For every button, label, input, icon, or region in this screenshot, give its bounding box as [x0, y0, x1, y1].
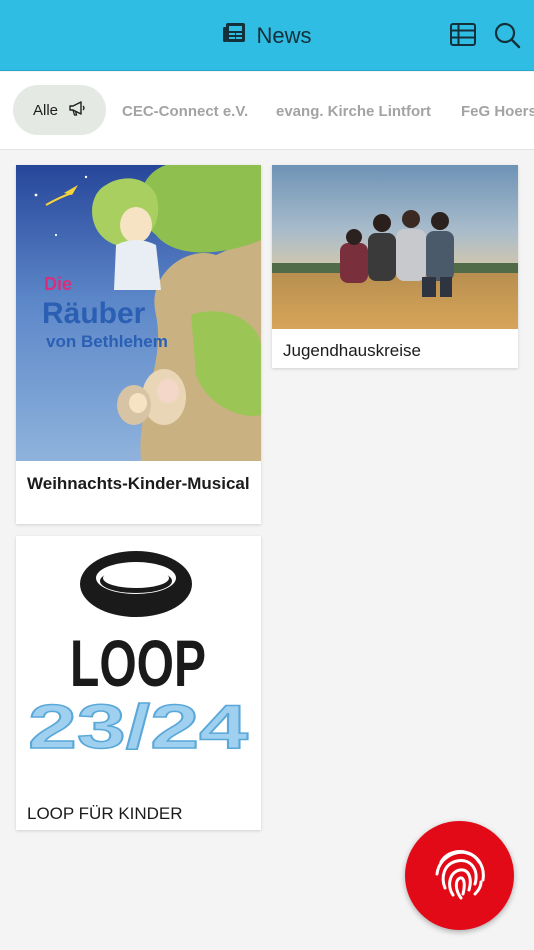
tab-label: Alle	[33, 101, 59, 119]
news-card-loop[interactable]: LOOP 23/24 LOOP FÜR KINDER	[16, 536, 261, 830]
search-icon[interactable]	[492, 20, 522, 50]
megaphone-icon	[68, 99, 86, 121]
news-card-weihnachts-musical[interactable]: Die Räuber von Bethlehem Weihnachts-Kind…	[16, 165, 261, 524]
filter-tabs: Alle CEC-Connect e.V. evang. Kirche Lint…	[0, 72, 534, 150]
news-card-title: Jugendhauskreise	[283, 341, 421, 360]
fingerprint-icon	[427, 840, 493, 911]
loop-year-text: 23/24	[28, 693, 249, 762]
news-card-title: Weihnachts-Kinder-Musical	[27, 474, 250, 493]
news-card-title: LOOP FÜR KINDER	[27, 804, 183, 823]
tab-evang-kirche-lintfort[interactable]: evang. Kirche Lintfort	[276, 72, 431, 149]
poster-text-bethlehem: von Bethlehem	[46, 332, 168, 351]
loop-logo-image: LOOP 23/24	[16, 536, 261, 786]
tab-alle[interactable]: Alle	[13, 85, 107, 135]
loop-logo-text: LOOP	[70, 626, 206, 700]
poster-text-rauber: Räuber	[42, 297, 146, 330]
fingerprint-button[interactable]	[405, 821, 514, 930]
table-grid-icon[interactable]	[448, 20, 478, 50]
newspaper-icon	[222, 22, 246, 49]
tab-cec-connect[interactable]: CEC-Connect e.V.	[122, 72, 248, 149]
news-card-jugendhauskreise[interactable]: Jugendhauskreise	[272, 165, 518, 368]
page-title: News	[256, 22, 312, 48]
app-header: News	[0, 0, 534, 71]
tab-feg-hoerst[interactable]: FeG Hoerst	[461, 72, 534, 149]
group-field-image	[272, 165, 518, 329]
musical-poster-image: Die Räuber von Bethlehem	[16, 165, 261, 461]
poster-text-die: Die	[44, 274, 72, 294]
